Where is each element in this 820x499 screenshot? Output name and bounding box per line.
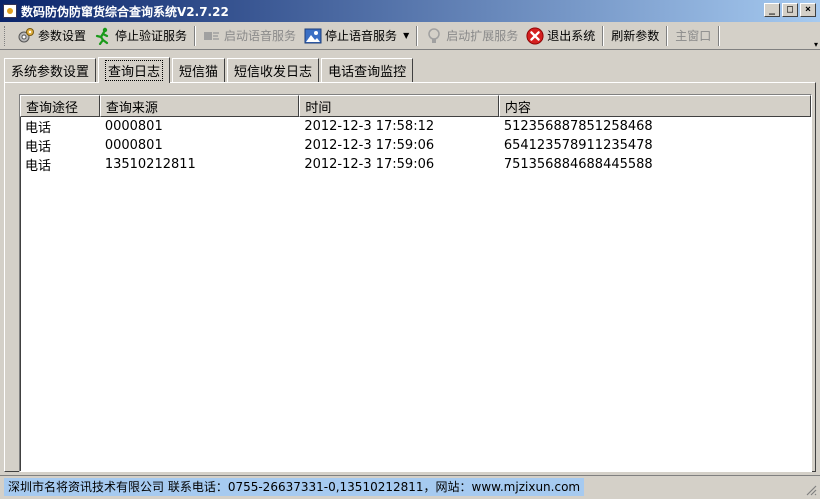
cell-content: 512356887851258468 xyxy=(503,119,653,134)
params-button[interactable]: 参数设置 xyxy=(13,24,90,48)
cell-source: 13510212811 xyxy=(104,157,196,172)
cell-channel: 电话 xyxy=(25,140,52,155)
tab-phone-monitor[interactable]: 电话查询监控 xyxy=(321,58,414,82)
cell-source: 0000801 xyxy=(104,138,163,153)
running-man-icon xyxy=(94,27,112,45)
cell-channel: 电话 xyxy=(25,121,52,136)
company-contact-text: 深圳市名将资讯技术有限公司 联系电话：0755-26637331-0,13510… xyxy=(4,478,585,496)
stop-voice-label: 停止语音服务 xyxy=(325,29,398,43)
toolbar-overflow-icon[interactable]: ▾ xyxy=(814,40,818,49)
exit-icon xyxy=(526,26,544,45)
table-row[interactable]: 电话 0000801 2012-12-3 17:58:12 5123568878… xyxy=(20,117,811,136)
toolbar-grip[interactable] xyxy=(4,25,7,46)
refresh-label: 刷新参数 xyxy=(611,29,660,43)
app-icon xyxy=(3,4,17,18)
status-bar: 深圳市名将资讯技术有限公司 联系电话：0755-26637331-0,13510… xyxy=(0,475,820,499)
title-bar: 数码防伪防窜货综合查询系统V2.7.22 _ □ × xyxy=(0,0,820,22)
main-window-label: 主窗口 xyxy=(675,29,712,43)
column-header-content[interactable]: 内容 xyxy=(498,95,811,117)
toolbar-separator xyxy=(718,25,721,46)
tab-system-params[interactable]: 系统参数设置 xyxy=(4,58,97,82)
picture-icon xyxy=(304,27,322,45)
column-header-source[interactable]: 查询来源 xyxy=(99,95,300,117)
tab-sms-log[interactable]: 短信收发日志 xyxy=(227,58,320,82)
start-voice-label: 启动语音服务 xyxy=(224,29,297,43)
tab-label: 短信猫 xyxy=(179,65,219,80)
list-header: 查询途径 查询来源 时间 内容 xyxy=(20,95,811,117)
cell-time: 2012-12-3 17:59:06 xyxy=(304,157,435,172)
toolbar-separator xyxy=(194,25,197,46)
window-controls: _ □ × xyxy=(764,3,816,17)
table-row[interactable]: 电话 13510212811 2012-12-3 17:59:06 751356… xyxy=(20,155,811,174)
cell-channel: 电话 xyxy=(25,159,52,174)
chevron-down-icon[interactable]: ▼ xyxy=(403,31,409,40)
stop-verify-button[interactable]: 停止验证服务 xyxy=(90,24,191,48)
toolbar: 参数设置 停止验证服务 启动语音服务 停止语音服务 ▼ 启动扩展服务 退出系统 … xyxy=(0,22,820,50)
cell-time: 2012-12-3 17:58:12 xyxy=(304,119,435,134)
resize-grip-icon[interactable] xyxy=(805,484,817,496)
cell-time: 2012-12-3 17:59:06 xyxy=(304,138,435,153)
tab-label: 查询日志 xyxy=(105,60,164,81)
stop-voice-button[interactable]: 停止语音服务 ▼ xyxy=(300,24,413,48)
close-button[interactable]: × xyxy=(800,3,816,17)
table-row[interactable]: 电话 0000801 2012-12-3 17:59:06 6541235789… xyxy=(20,136,811,155)
minimize-button[interactable]: _ xyxy=(764,3,780,17)
toolbar-separator xyxy=(416,25,419,46)
column-header-channel[interactable]: 查询途径 xyxy=(20,95,100,117)
exit-label: 退出系统 xyxy=(547,29,596,43)
cell-content: 751356884688445588 xyxy=(503,157,653,172)
query-log-list[interactable]: 查询途径 查询来源 时间 内容 电话 0000801 2012-12-3 17:… xyxy=(19,94,812,472)
start-ext-label: 启动扩展服务 xyxy=(446,29,519,43)
tab-label: 系统参数设置 xyxy=(11,65,90,80)
tab-sms-modem[interactable]: 短信猫 xyxy=(172,58,226,82)
tab-strip: 系统参数设置 查询日志 短信猫 短信收发日志 电话查询监控 xyxy=(4,56,415,83)
tab-label: 电话查询监控 xyxy=(328,65,407,80)
toolbar-separator xyxy=(666,25,669,46)
toolbar-separator xyxy=(602,25,605,46)
params-label: 参数设置 xyxy=(38,29,87,43)
tab-query-log[interactable]: 查询日志 xyxy=(98,57,171,83)
stop-verify-label: 停止验证服务 xyxy=(115,29,188,43)
start-ext-button[interactable]: 启动扩展服务 xyxy=(421,24,522,48)
exit-button[interactable]: 退出系统 xyxy=(522,24,599,48)
cell-source: 0000801 xyxy=(104,119,163,134)
column-header-time[interactable]: 时间 xyxy=(299,95,499,117)
refresh-button[interactable]: 刷新参数 xyxy=(607,24,663,48)
window-title: 数码防伪防窜货综合查询系统V2.7.22 xyxy=(21,4,229,19)
cell-content: 654123578911235478 xyxy=(503,138,653,153)
tab-panel: 查询途径 查询来源 时间 内容 电话 0000801 2012-12-3 17:… xyxy=(4,82,816,472)
lightbulb-icon xyxy=(425,27,443,45)
voice-service-icon xyxy=(203,27,221,45)
start-voice-button[interactable]: 启动语音服务 xyxy=(199,24,300,48)
gear-icon xyxy=(17,27,35,45)
maximize-button[interactable]: □ xyxy=(782,3,798,17)
main-window-button[interactable]: 主窗口 xyxy=(671,24,715,48)
tab-label: 短信收发日志 xyxy=(234,65,313,80)
